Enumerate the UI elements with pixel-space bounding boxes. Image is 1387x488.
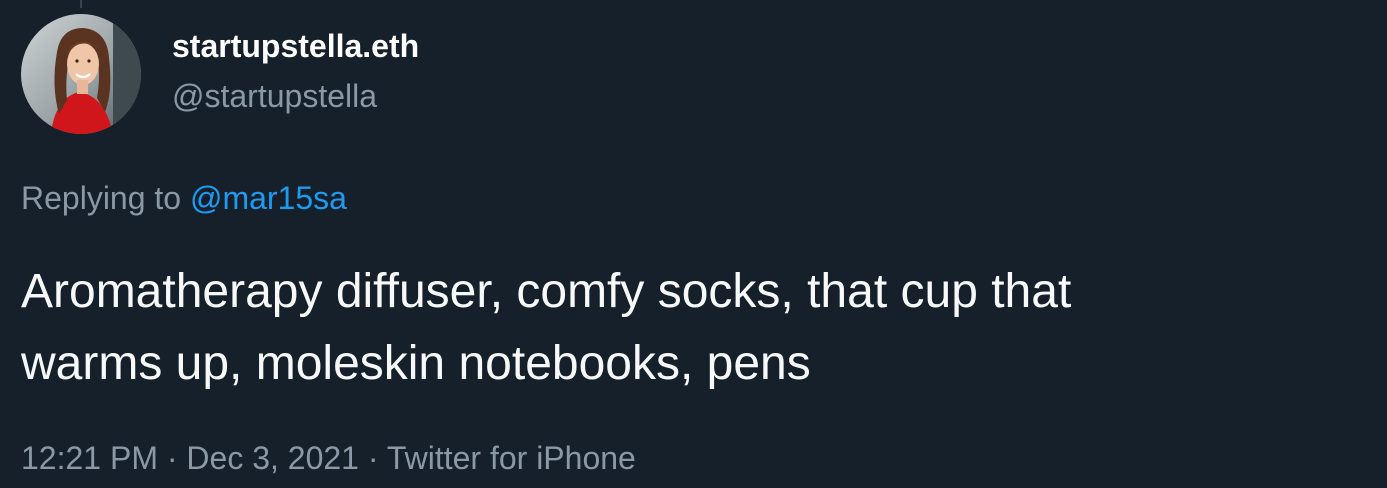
tweet-body: Aromatherapy diffuser, comfy socks, that… [21, 256, 1361, 400]
reply-mention-link[interactable]: @mar15sa [190, 180, 347, 216]
tweet-time-link[interactable]: 12:21 PM [21, 440, 158, 476]
thread-connector-line [80, 0, 82, 8]
tweet-source-link[interactable]: Twitter for iPhone [387, 440, 636, 476]
tweet-date-link[interactable]: Dec 3, 2021 [186, 440, 359, 476]
tweet-detail: startupstella.eth @startupstella Replyin… [0, 0, 1387, 488]
author-display-name[interactable]: startupstella.eth [172, 28, 419, 65]
tweet-text-line: Aromatherapy diffuser, comfy socks, that… [21, 265, 1072, 318]
replying-to-line: Replying to @mar15sa [21, 180, 347, 217]
author-handle[interactable]: @startupstella [172, 78, 377, 115]
tweet-metadata: 12:21 PM · Dec 3, 2021 · Twitter for iPh… [21, 440, 636, 477]
meta-separator: · [367, 440, 379, 476]
author-avatar[interactable] [21, 14, 141, 134]
replying-to-label: Replying to [21, 180, 182, 216]
tweet-text-line: warms up, moleskin notebooks, pens [21, 337, 811, 390]
profile-photo-icon [21, 14, 141, 134]
meta-separator: · [166, 440, 178, 476]
